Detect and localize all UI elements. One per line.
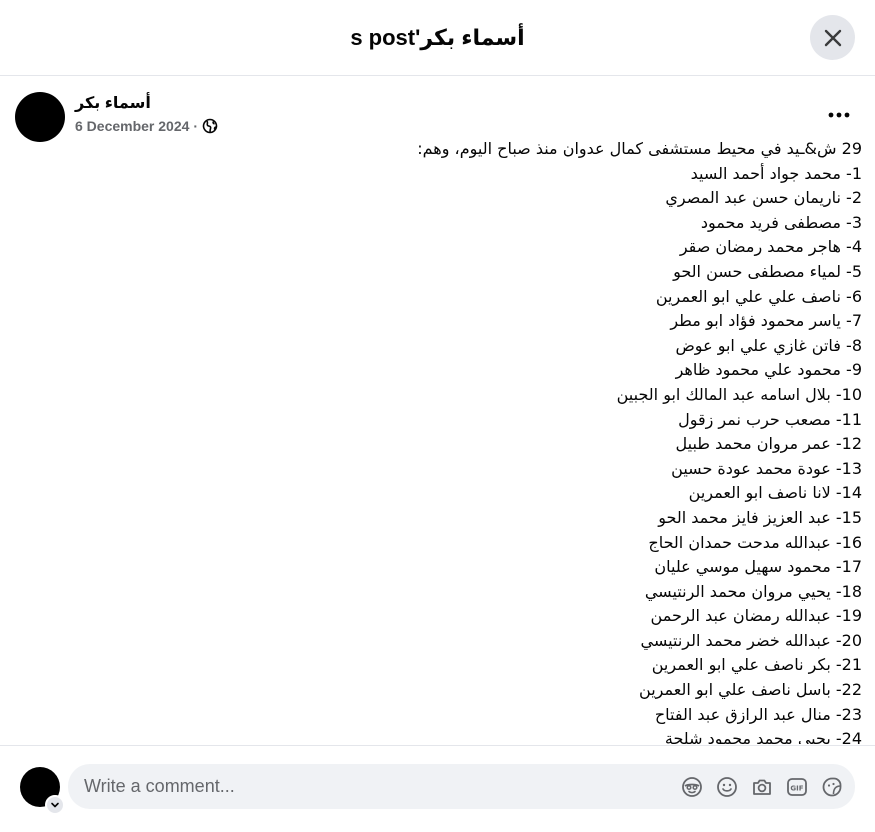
post-list-item: 14- لانا ناصف ابو العمرين [688,483,862,503]
profile-switch-button[interactable] [45,795,65,815]
post-list-item: 20- عبدالله خضر محمد الرنتيسي [640,630,862,650]
post-list-item: 21- بكر ناصف علي ابو العمرين [651,655,862,675]
post-list-item: 5- لمياء مصطفى حسن الحو [673,261,862,281]
post-list-item: 23- منال عبد الرازق عبد الفتاح [654,704,862,724]
comment-composer: GIF [0,745,875,832]
comment-tools: GIF [670,774,845,800]
post-list-item: 17- محمود سهيل موسي عليان [654,557,862,577]
author-name[interactable]: أسماء بكر [75,93,151,113]
post-list-item: 24- يحيي محمد محمود شلحة [664,729,862,744]
post-header: أسماء بكر 6 December 2024 · [0,76,875,146]
dialog-title: أسماء بكر's post [350,24,525,50]
globe-icon[interactable] [202,118,218,134]
meta-separator: · [193,118,199,134]
gif-icon: GIF [787,778,807,796]
emoji-button[interactable] [714,774,740,800]
post-list-item: 13- عودة محمد عودة حسين [671,458,862,478]
close-button[interactable] [810,15,855,60]
post-meta: 6 December 2024 · [75,118,218,134]
post-list-item: 3- مصطفى فريد محمود [700,212,862,232]
close-icon [824,29,841,46]
camera-button[interactable] [749,774,775,800]
post-list-item: 6- ناصف علي علي ابو العمرين [655,286,862,306]
chevron-down-icon [51,802,59,808]
post-list-item: 19- عبدالله رمضان عبد الرحمن [650,606,862,626]
camera-icon [753,779,771,795]
post-dialog: أسماء بكر's post أسماء بكر 6 December 20… [0,0,875,832]
post-list-item: 22- باسل ناصف علي ابو العمرين [639,680,862,700]
post-text: 29 ش&ـيد في محيط مستشفى كمال عدوان منذ ص… [0,137,862,744]
post-list-item: 18- يحيي مروان محمد الرنتيسي [644,581,862,601]
post-list-item: 9- محمود علي محمود ظاهر [675,360,862,380]
more-horizontal-icon [828,112,850,118]
gif-button[interactable]: GIF [784,774,810,800]
sticker-button[interactable] [819,774,845,800]
post-list-item: 8- فاتن غازي علي ابو عوض [675,335,862,355]
post-list-item: 4- هاجر محمد رمضان صقر [679,237,862,257]
emoji-icon [717,777,737,797]
post-date[interactable]: 6 December 2024 [75,118,189,134]
post-list-item: 12- عمر مروان محمد طبيل [675,434,862,454]
comment-input[interactable] [82,775,646,798]
svg-text:GIF: GIF [790,785,803,793]
dialog-header: أسماء بكر's post [0,0,875,76]
post-list-item: 11- مصعب حرب نمر زقول [678,409,862,429]
avatar-sticker-button[interactable] [679,774,705,800]
comment-box[interactable]: GIF [68,764,855,809]
post-list-item: 16- عبدالله مدحت حمدان الحاج [648,532,862,552]
more-options-button[interactable] [821,100,857,130]
sticker-icon [822,777,842,797]
post-scroll-area[interactable]: أسماء بكر 6 December 2024 · 29 ش&ـيد في … [0,76,875,744]
post-list-item: 10- بلال اسامه عبد المالك ابو الجبين [616,384,862,404]
post-list-item: 7- ياسر محمود فؤاد ابو مطر [670,311,862,331]
author-avatar[interactable] [15,92,65,142]
avatar-sticker-icon [682,777,702,797]
post-list-item: 15- عبد العزيز فايز محمد الحو [658,507,862,527]
post-intro-line: 29 ش&ـيد في محيط مستشفى كمال عدوان منذ ص… [417,139,862,158]
post-list-item: 1- محمد جواد أحمد السيد [690,163,862,183]
post-list-item: 2- ناريمان حسن عبد المصري [665,188,862,208]
